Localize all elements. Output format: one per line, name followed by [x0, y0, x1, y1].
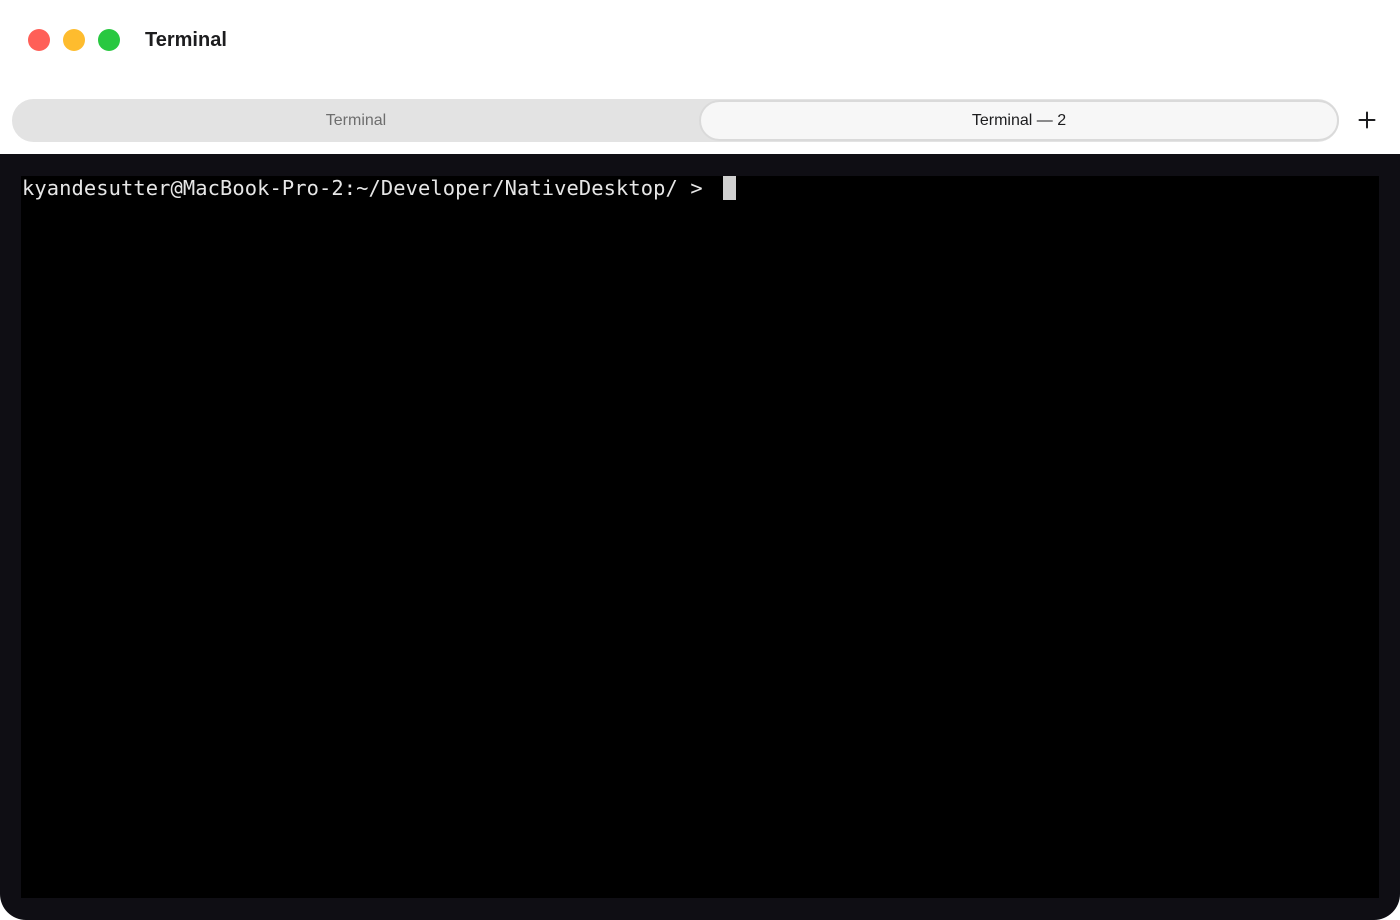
tab-bar: Terminal Terminal — 2	[12, 99, 1339, 142]
minimize-button[interactable]	[63, 29, 85, 51]
tab-label: Terminal	[325, 111, 387, 129]
terminal-window: Terminal Terminal Terminal — 2 kyandesut…	[0, 0, 1400, 920]
tab-terminal[interactable]: Terminal	[12, 99, 700, 142]
new-tab-button[interactable]	[1346, 99, 1388, 141]
plus-icon	[1358, 111, 1376, 129]
zoom-button[interactable]	[98, 29, 120, 51]
terminal-screen[interactable]: kyandesutter@MacBook-Pro-2:~/Developer/N…	[21, 176, 1379, 898]
tab-terminal-2[interactable]: Terminal — 2	[699, 100, 1339, 141]
terminal-frame: kyandesutter@MacBook-Pro-2:~/Developer/N…	[0, 154, 1400, 920]
prompt-line: kyandesutter@MacBook-Pro-2:~/Developer/N…	[22, 176, 737, 200]
text-cursor	[723, 176, 737, 200]
prompt-text: kyandesutter@MacBook-Pro-2:~/Developer/N…	[22, 176, 716, 200]
close-button[interactable]	[28, 29, 50, 51]
title-bar: Terminal	[0, 0, 1400, 96]
tab-label: Terminal — 2	[971, 111, 1067, 129]
window-title: Terminal	[145, 29, 227, 51]
